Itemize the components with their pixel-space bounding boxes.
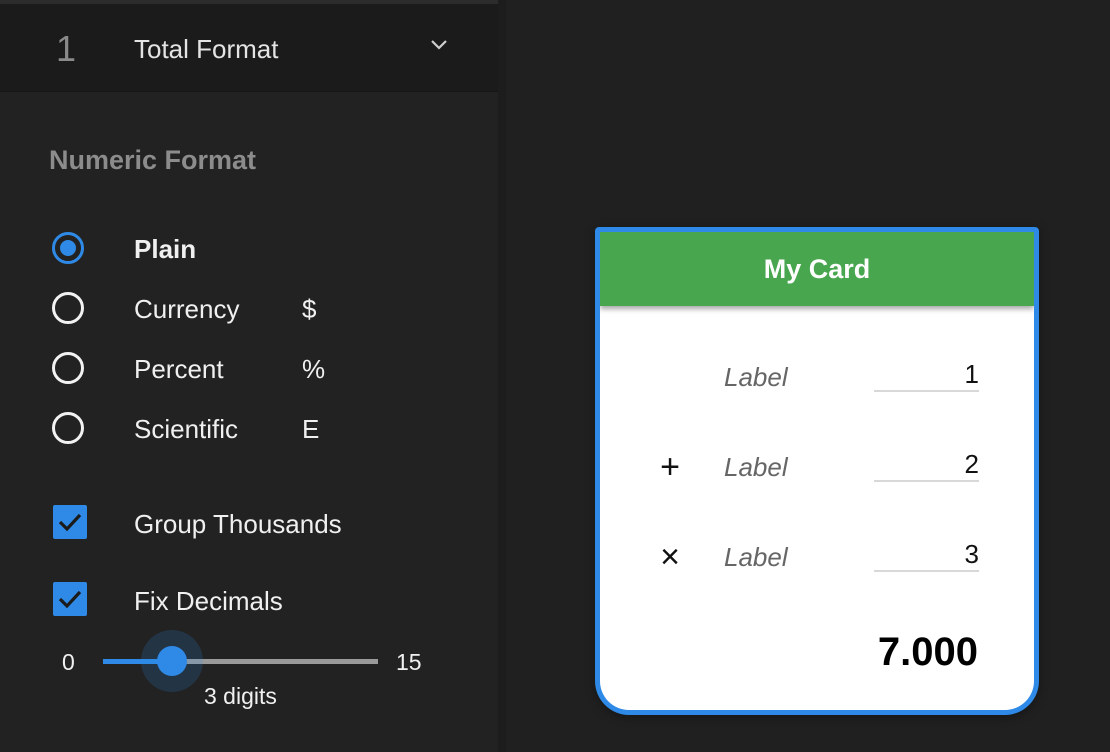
card-row: × Label 3 [600, 530, 1034, 590]
format-option-percent[interactable]: Percent % [0, 346, 498, 396]
row-value-input[interactable]: 1 [874, 350, 979, 392]
format-option-currency[interactable]: Currency $ [0, 286, 498, 336]
format-sidebar: 1 Total Format Numeric Format Plain Curr… [0, 0, 498, 752]
checkbox-checked[interactable] [53, 582, 87, 616]
checkbox-checked[interactable] [53, 505, 87, 539]
option-fix-decimals[interactable]: Fix Decimals [0, 578, 498, 622]
option-label: Group Thousands [134, 509, 342, 539]
slider-max-label: 15 [396, 649, 422, 675]
option-group-thousands[interactable]: Group Thousands [0, 501, 498, 545]
card-title: My Card [600, 232, 1034, 306]
percent-icon: % [302, 354, 326, 384]
radio-button[interactable] [52, 352, 84, 384]
row-value-input[interactable]: 3 [874, 530, 979, 572]
chevron-down-icon[interactable] [430, 38, 448, 52]
section-header-total-format[interactable]: 1 Total Format [0, 4, 498, 92]
format-label: Percent [134, 354, 224, 384]
row-label[interactable]: Label [724, 542, 788, 573]
sidebar-divider [498, 0, 506, 752]
numeric-format-heading: Numeric Format [49, 145, 257, 175]
decimals-slider-thumb[interactable] [157, 646, 187, 676]
calculator-card: My Card Label 1 + Label 2 × Label 3 7.00… [595, 227, 1039, 715]
plus-icon: + [660, 448, 680, 486]
row-label[interactable]: Label [724, 362, 788, 393]
card-row: Label 1 [600, 350, 1034, 410]
format-label: Currency [134, 294, 240, 324]
section-title: Total Format [134, 34, 279, 64]
option-label: Fix Decimals [134, 586, 283, 616]
radio-button[interactable] [52, 292, 84, 324]
format-label: Plain [134, 234, 197, 264]
card-total: 7.000 [877, 630, 978, 674]
dollar-icon: $ [302, 294, 317, 324]
row-label[interactable]: Label [724, 452, 788, 483]
format-option-plain[interactable]: Plain [0, 226, 498, 276]
exponent-icon: E [302, 414, 320, 444]
slider-min-label: 0 [62, 649, 75, 675]
radio-button[interactable] [52, 412, 84, 444]
row-value-input[interactable]: 2 [874, 440, 979, 482]
section-number: 1 [56, 28, 77, 69]
format-option-scientific[interactable]: Scientific E [0, 406, 498, 456]
multiply-icon: × [660, 538, 680, 576]
card-row: + Label 2 [600, 440, 1034, 500]
checkmark-icon [58, 513, 82, 532]
radio-button[interactable] [52, 232, 84, 264]
checkmark-icon [58, 590, 82, 609]
slider-value-label: 3 digits [204, 683, 277, 709]
format-label: Scientific [134, 414, 239, 444]
